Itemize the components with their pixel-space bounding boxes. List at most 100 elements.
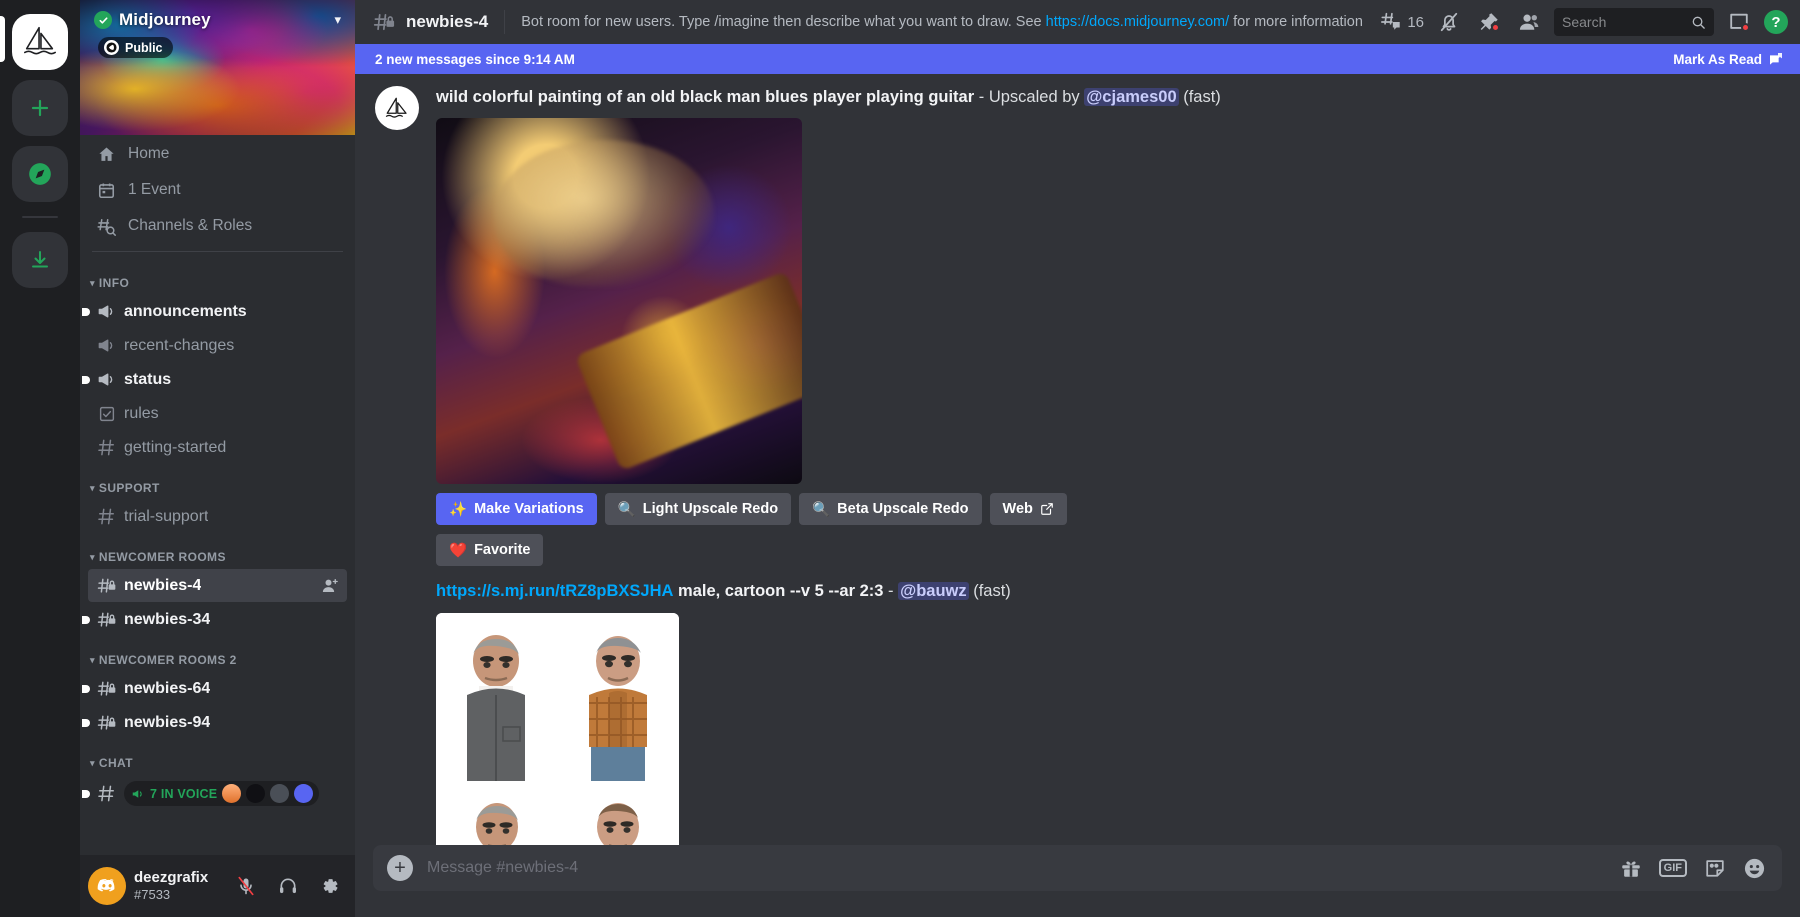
mj-run-link[interactable]: https://s.mj.run/tRZ8pBXSJHA [436, 582, 673, 600]
channel-status[interactable]: status [82, 363, 347, 396]
notification-settings-button[interactable] [1434, 7, 1464, 37]
message-suffix: (fast) [968, 582, 1011, 601]
topic-text-after: for more information [1229, 14, 1363, 30]
search-input[interactable]: Search [1554, 8, 1714, 36]
channel-name: trial-support [124, 507, 209, 525]
threads-icon [1381, 12, 1401, 30]
message-image-upscaled[interactable] [436, 118, 802, 485]
topic-text-before: Bot room for new users. Type /imagine th… [521, 14, 1046, 30]
channel-recent-changes[interactable]: recent-changes [88, 329, 347, 362]
sidebar-item-label: 1 Event [128, 181, 181, 198]
heart-icon: ❤️ [449, 542, 468, 559]
message-list: wild colorful painting of an old black m… [355, 74, 1800, 845]
server-name: Midjourney [119, 10, 211, 29]
channel-rules[interactable]: rules [88, 397, 347, 430]
user-info[interactable]: deezgrafix #7533 [134, 869, 221, 903]
header-divider [504, 10, 506, 34]
new-messages-bar[interactable]: 2 new messages since 9:14 AM Mark As Rea… [355, 44, 1800, 74]
mark-as-read-button[interactable]: Mark As Read [1673, 51, 1784, 67]
question-mark-icon: ? [1771, 13, 1781, 31]
light-upscale-redo-button[interactable]: 🔍 Light Upscale Redo [604, 493, 792, 526]
pinned-messages-button[interactable] [1474, 7, 1504, 37]
category-header-newcomer-rooms-2[interactable]: ▾ NEWCOMER ROOMS 2 [80, 637, 355, 671]
channel-getting-started[interactable]: getting-started [88, 431, 347, 464]
category-label: NEWCOMER ROOMS [98, 550, 226, 564]
server-privacy-badge: Public [98, 37, 173, 58]
announcement-icon [96, 335, 117, 356]
user-mention[interactable]: @bauwz [898, 582, 969, 601]
notification-dot [1741, 23, 1750, 32]
gift-button[interactable] [1620, 857, 1642, 879]
sticker-button[interactable] [1704, 857, 1726, 879]
chevron-down-icon: ▾ [90, 654, 95, 665]
add-server-button[interactable] [12, 80, 68, 136]
category-header-support[interactable]: ▾ SUPPORT [80, 465, 355, 499]
channel-newbies-4[interactable]: newbies-4 [88, 569, 347, 602]
button-label: Favorite [474, 542, 531, 559]
message: https://s.mj.run/tRZ8pBXSJHA male, carto… [355, 580, 1800, 845]
web-button[interactable]: Web [989, 493, 1067, 526]
download-icon [32, 251, 48, 268]
beta-upscale-redo-button[interactable]: 🔍 Beta Upscale Redo [799, 493, 982, 526]
user-mention[interactable]: @cjames00 [1084, 88, 1179, 106]
channel-newbies-94[interactable]: newbies-94 [82, 706, 347, 739]
midjourney-bot-avatar [385, 97, 407, 118]
channel-newbies-64[interactable]: newbies-64 [82, 672, 347, 705]
external-link-icon [1041, 503, 1053, 516]
category-label: INFO [98, 276, 130, 290]
unread-indicator [82, 615, 90, 624]
add-member-icon[interactable] [321, 577, 339, 595]
sidebar-item-label: Home [128, 145, 170, 162]
member-list-button[interactable] [1514, 7, 1544, 37]
user-settings-button[interactable] [313, 869, 347, 903]
magnifier-icon: 🔍 [617, 501, 636, 518]
cartoon-character-4 [597, 802, 640, 845]
message-input[interactable]: Message #newbies-4 [427, 859, 1606, 877]
hash-lock-icon [96, 712, 117, 733]
hash-lock-icon [96, 575, 117, 596]
server-icon-midjourney[interactable] [12, 14, 68, 70]
button-label: Make Variations [474, 501, 584, 518]
explore-servers-button[interactable] [12, 146, 68, 202]
download-apps-button[interactable] [12, 232, 68, 288]
sailboat-icon [23, 26, 57, 55]
sidebar-item-events[interactable]: 1 Event [88, 173, 347, 207]
gif-button[interactable]: GIF [1658, 859, 1687, 877]
mute-microphone-button[interactable] [229, 869, 263, 903]
emoji-button[interactable] [1743, 857, 1766, 880]
hash-icon [96, 506, 117, 527]
channel-name: newbies-4 [124, 576, 202, 594]
voice-count-label: 7 IN VOICE [150, 786, 218, 801]
composer-box[interactable]: + Message #newbies-4 GIF [373, 845, 1782, 891]
button-label: Light Upscale Redo [642, 501, 779, 518]
category-header-newcomer-rooms[interactable]: ▾ NEWCOMER ROOMS [80, 534, 355, 568]
channel-topic-link[interactable]: https://docs.midjourney.com/ [1046, 14, 1229, 30]
help-button[interactable]: ? [1764, 10, 1788, 34]
make-variations-button[interactable]: ✨ Make Variations [436, 493, 597, 526]
members-icon [1519, 14, 1538, 30]
server-banner-header[interactable]: Midjourney ▾ Public [80, 0, 355, 135]
sidebar-item-home[interactable]: Home [88, 137, 347, 171]
message-image-grid[interactable] [436, 612, 679, 845]
channel-announcements[interactable]: announcements [82, 295, 347, 328]
category-header-chat[interactable]: ▾ CHAT [80, 740, 355, 774]
unread-indicator [82, 789, 90, 798]
sidebar-item-channels-roles[interactable]: Channels & Roles [88, 209, 347, 243]
category-header-info[interactable]: ▾ INFO [80, 260, 355, 294]
avatar[interactable] [88, 867, 126, 905]
inbox-button[interactable] [1724, 7, 1754, 37]
avatar [270, 784, 290, 803]
hash-icon [96, 437, 117, 458]
channel-trial-support[interactable]: trial-support [88, 500, 347, 533]
channel-chat-voice[interactable]: 7 IN VOICE [82, 775, 347, 812]
avatar[interactable] [375, 86, 419, 130]
channel-newbies-34[interactable]: newbies-34 [82, 603, 347, 636]
favorite-button[interactable]: ❤️ Favorite [436, 534, 544, 567]
bell-muted-icon [1440, 12, 1458, 32]
threads-button[interactable]: 16 [1380, 11, 1424, 33]
voice-activity-badge[interactable]: 7 IN VOICE [124, 781, 320, 806]
plus-circle-icon[interactable]: + [387, 855, 413, 881]
deafen-button[interactable] [271, 869, 305, 903]
chevron-down-icon[interactable]: ▾ [334, 12, 341, 28]
server-privacy-label: Public [125, 40, 163, 55]
